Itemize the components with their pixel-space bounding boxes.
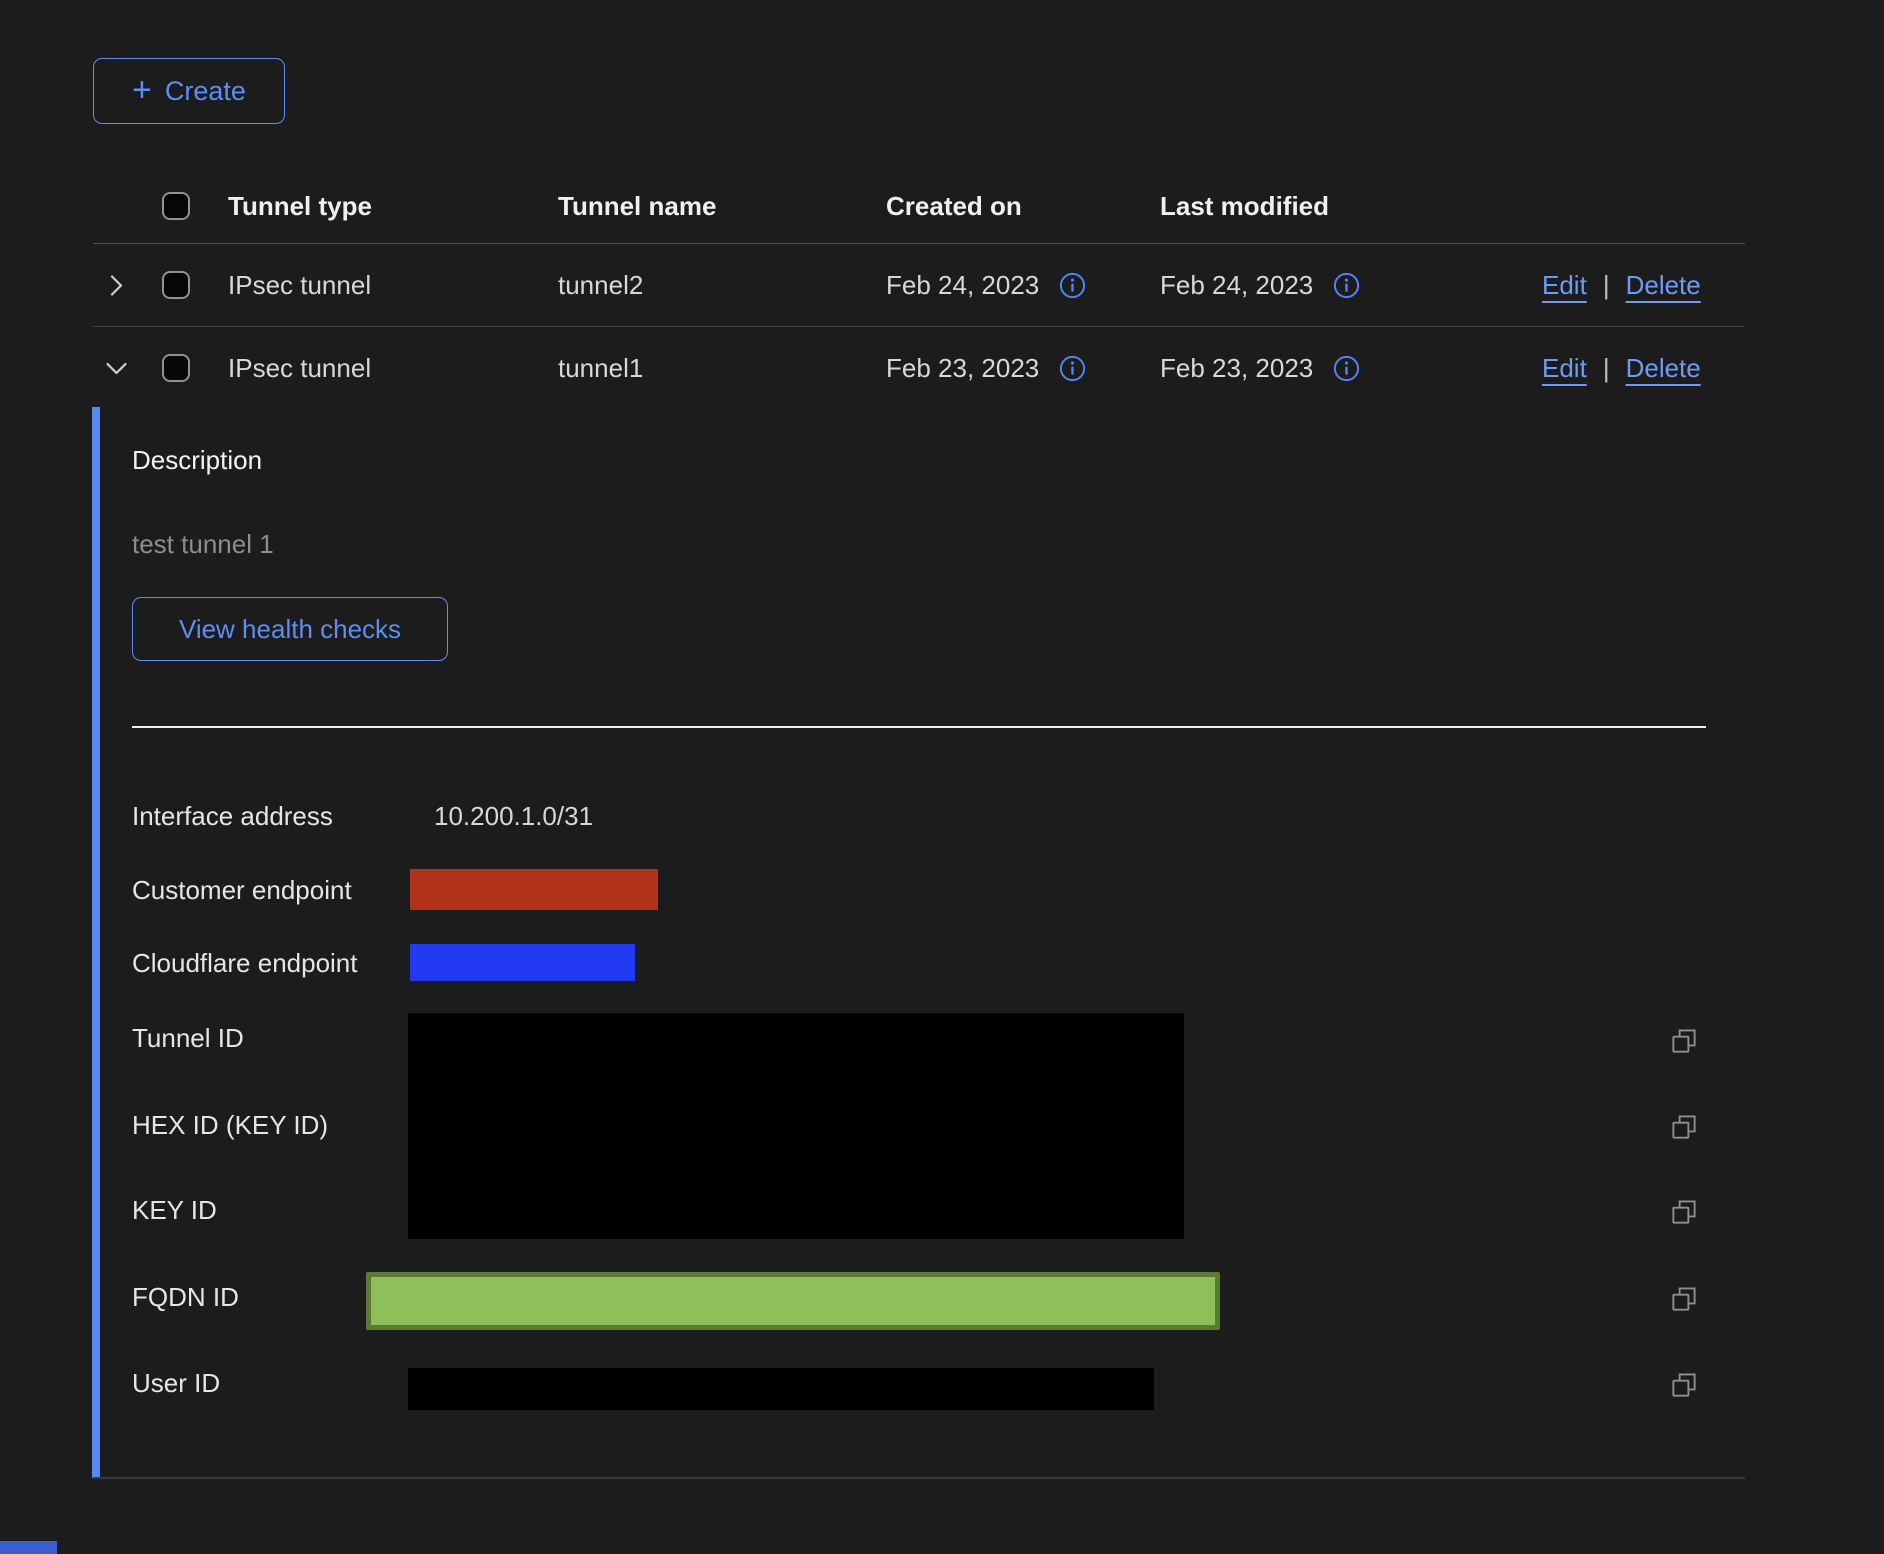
info-icon[interactable] (1333, 272, 1360, 299)
fqdn-id-label: FQDN ID (132, 1280, 239, 1314)
edit-link[interactable]: Edit (1542, 270, 1587, 301)
user-id-label: User ID (132, 1366, 220, 1400)
row-checkbox-tunnel2[interactable] (162, 271, 190, 299)
interface-address-label: Interface address (132, 799, 333, 833)
delete-link[interactable]: Delete (1626, 353, 1701, 384)
tunnel-id-label: Tunnel ID (132, 1021, 244, 1055)
table-bottom-border (93, 1477, 1745, 1479)
hex-id-label: HEX ID (KEY ID) (132, 1108, 328, 1142)
expanded-row-indicator-bar (92, 407, 100, 1478)
last-modified-value: Feb 24, 2023 (1160, 270, 1313, 301)
chevron-down-icon[interactable] (103, 355, 130, 382)
delete-link[interactable]: Delete (1626, 270, 1701, 301)
customer-endpoint-label: Customer endpoint (132, 873, 352, 907)
cell-last-modified: Feb 23, 2023 (1160, 327, 1360, 409)
column-header-created-on: Created on (886, 170, 1022, 243)
row-checkbox-tunnel1[interactable] (162, 354, 190, 382)
copy-key-id-button[interactable] (1668, 1196, 1700, 1228)
ids-redaction-block (408, 1013, 1184, 1239)
created-on-value: Feb 24, 2023 (886, 270, 1039, 301)
ipsec-tunnels-page: + Create Tunnel type Tunnel name Created… (0, 0, 1884, 1554)
cell-last-modified: Feb 24, 2023 (1160, 244, 1360, 326)
copy-tunnel-id-button[interactable] (1668, 1025, 1700, 1057)
row-actions: Edit | Delete (1542, 244, 1701, 326)
chevron-right-icon[interactable] (103, 272, 130, 299)
copy-fqdn-id-button[interactable] (1668, 1283, 1700, 1315)
key-id-label: KEY ID (132, 1193, 217, 1227)
cell-tunnel-name: tunnel2 (558, 244, 643, 326)
interface-address-value: 10.200.1.0/31 (434, 799, 593, 833)
table-header-row: Tunnel type Tunnel name Created on Last … (93, 170, 1745, 244)
copy-user-id-button[interactable] (1668, 1369, 1700, 1401)
row-actions: Edit | Delete (1542, 327, 1701, 409)
description-label: Description (132, 443, 262, 477)
user-id-redaction (408, 1368, 1154, 1410)
detail-divider (132, 726, 1706, 728)
description-value: test tunnel 1 (132, 527, 274, 561)
select-all-checkbox[interactable] (162, 192, 190, 220)
created-on-value: Feb 23, 2023 (886, 353, 1039, 384)
tunnels-table: Tunnel type Tunnel name Created on Last … (93, 170, 1745, 409)
action-separator: | (1603, 270, 1610, 301)
cell-tunnel-type: IPsec tunnel (228, 327, 371, 409)
view-health-checks-button[interactable]: View health checks (132, 597, 448, 661)
customer-endpoint-redaction (410, 869, 658, 910)
action-separator: | (1603, 353, 1610, 384)
create-button[interactable]: + Create (93, 58, 285, 124)
last-modified-value: Feb 23, 2023 (1160, 353, 1313, 384)
column-header-tunnel-type: Tunnel type (228, 170, 372, 243)
cell-tunnel-name: tunnel1 (558, 327, 643, 409)
bottom-left-accent-bar (0, 1541, 57, 1554)
table-row-tunnel1: IPsec tunnel tunnel1 Feb 23, 2023 Feb 23… (93, 327, 1745, 409)
copy-hex-id-button[interactable] (1668, 1111, 1700, 1143)
info-icon[interactable] (1059, 272, 1086, 299)
edit-link[interactable]: Edit (1542, 353, 1587, 384)
create-button-label: Create (165, 76, 246, 107)
plus-icon: + (132, 73, 152, 107)
cloudflare-endpoint-redaction (410, 944, 635, 981)
fqdn-id-redaction (366, 1272, 1220, 1330)
info-icon[interactable] (1333, 355, 1360, 382)
cloudflare-endpoint-label: Cloudflare endpoint (132, 946, 358, 980)
cell-created-on: Feb 23, 2023 (886, 327, 1086, 409)
cell-tunnel-type: IPsec tunnel (228, 244, 371, 326)
column-header-tunnel-name: Tunnel name (558, 170, 716, 243)
table-row-tunnel2: IPsec tunnel tunnel2 Feb 24, 2023 Feb 24… (93, 244, 1745, 327)
column-header-last-modified: Last modified (1160, 170, 1329, 243)
cell-created-on: Feb 24, 2023 (886, 244, 1086, 326)
info-icon[interactable] (1059, 355, 1086, 382)
